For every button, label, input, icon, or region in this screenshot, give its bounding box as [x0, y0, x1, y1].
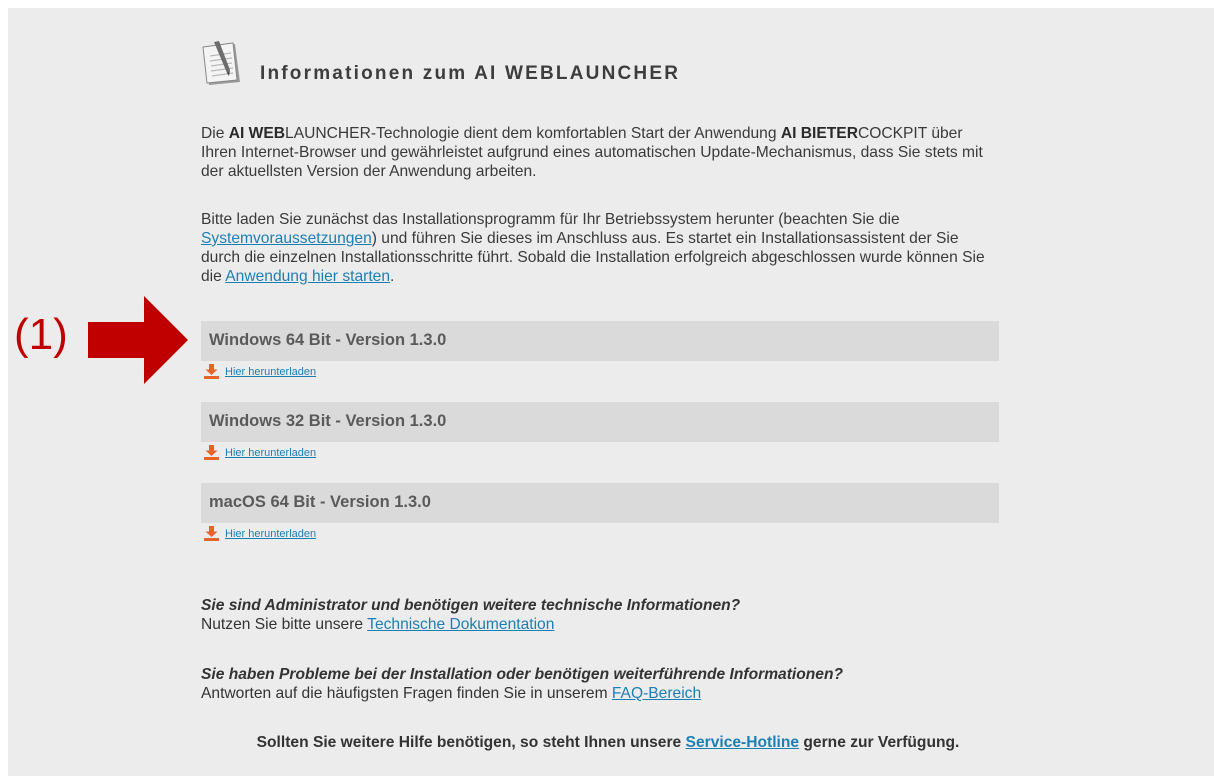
admin-text-line: Nutzen Sie bitte unsere Technische Dokum…: [201, 615, 1001, 634]
download-icon: [204, 526, 219, 541]
start-application-link[interactable]: Anwendung hier starten: [225, 268, 390, 285]
admin-question: Sie sind Administrator und benötigen wei…: [201, 597, 741, 614]
brand-bietercockpit: AI BIETER: [780, 125, 858, 142]
intro-paragraph-2: Bitte laden Sie zunächst das Installatio…: [201, 210, 1001, 286]
faq-link[interactable]: FAQ-Bereich: [612, 685, 701, 702]
footer-text: Sollten Sie weitere Hilfe benötigen, so …: [256, 734, 686, 751]
download-header-win64: Windows 64 Bit - Version 1.3.0: [201, 321, 999, 361]
faq-info: Sie haben Probleme bei der Installation …: [201, 665, 1001, 703]
download-link-win32[interactable]: Hier herunterladen: [225, 447, 316, 459]
intro-text: Die: [201, 125, 229, 142]
system-requirements-link[interactable]: Systemvoraussetzungen: [201, 230, 372, 247]
brand-weblauncher: AI WEB: [228, 125, 286, 142]
faq-question: Sie haben Probleme bei der Installation …: [201, 666, 844, 683]
red-arrow-icon: [88, 296, 188, 384]
support-footer: Sollten Sie weitere Hilfe benötigen, so …: [0, 734, 1214, 752]
download-icon: [204, 445, 219, 460]
intro-text: .: [390, 268, 395, 285]
faq-text: Antworten auf die häufigsten Fragen find…: [201, 685, 612, 702]
intro-text: Bitte laden Sie zunächst das Installatio…: [201, 211, 900, 228]
footer-text: gerne zur Verfügung.: [799, 734, 960, 751]
faq-text-line: Antworten auf die häufigsten Fragen find…: [201, 684, 1001, 703]
download-title: Windows 32 Bit - Version 1.3.0: [209, 412, 447, 430]
download-header-win32: Windows 32 Bit - Version 1.3.0: [201, 402, 999, 442]
download-title: macOS 64 Bit - Version 1.3.0: [209, 493, 431, 511]
admin-info: Sie sind Administrator und benötigen wei…: [201, 596, 1001, 634]
download-icon: [204, 364, 219, 379]
intro-paragraph-1: Die AI WEBLAUNCHER-Technologie dient dem…: [201, 124, 1001, 181]
download-link-mac64[interactable]: Hier herunterladen: [225, 528, 316, 540]
download-header-mac64: macOS 64 Bit - Version 1.3.0: [201, 483, 999, 523]
admin-text: Nutzen Sie bitte unsere: [201, 616, 368, 633]
service-hotline-link[interactable]: Service-Hotline: [686, 734, 800, 751]
annotation-label: (1): [14, 310, 68, 359]
intro-text: LAUNCHER-Technologie dient dem komfortab…: [285, 125, 781, 142]
download-link-win64[interactable]: Hier herunterladen: [225, 366, 316, 378]
page-title: Informationen zum AI WEBLAUNCHER: [260, 63, 681, 84]
notepad-icon: [202, 41, 240, 85]
download-title: Windows 64 Bit - Version 1.3.0: [209, 331, 447, 349]
technical-docs-link[interactable]: Technische Dokumentation: [367, 616, 554, 633]
